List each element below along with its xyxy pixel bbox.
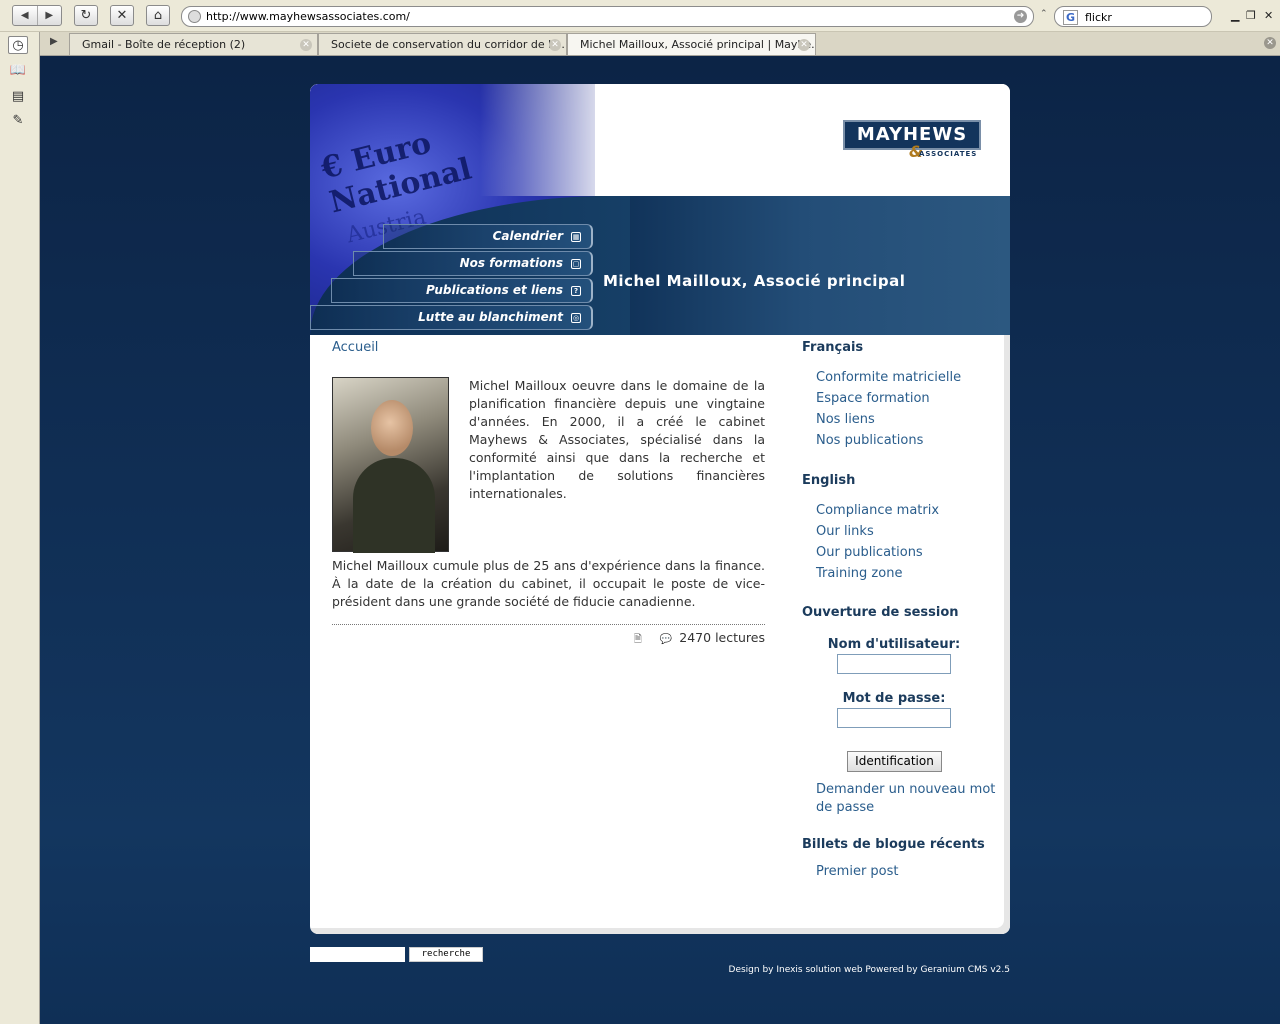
content-card: € Euro National Austria MAYHEWS & ASSOCI… <box>310 84 1010 934</box>
home-icon[interactable]: ⌂ <box>146 5 170 26</box>
bookmarks-icon[interactable]: 📖 <box>8 62 28 80</box>
search-button[interactable]: recherche <box>409 947 483 962</box>
nav-buttons: ◀ ▶ <box>12 5 62 26</box>
link-nos-publications[interactable]: Nos publications <box>816 432 923 450</box>
reload-icon[interactable]: ↻ <box>74 5 98 26</box>
menu-nos-formations[interactable]: Nos formations ▢ <box>353 251 593 276</box>
menu-publications[interactable]: Publications et liens ? <box>331 278 593 303</box>
link-our-links[interactable]: Our links <box>816 523 874 541</box>
site-favicon-icon <box>188 10 201 23</box>
site-search-input[interactable] <box>310 947 405 962</box>
menu-lutte-blanchiment[interactable]: Lutte au blanchiment ◎ <box>310 305 593 330</box>
tab-label: Societe de conservation du corridor de l… <box>331 38 567 51</box>
tab-societe[interactable]: Societe de conservation du corridor de l… <box>318 33 567 55</box>
menu-label: Publications et liens <box>426 283 563 297</box>
hero-word-euro: € Euro National <box>318 118 475 221</box>
username-field[interactable] <box>837 654 951 674</box>
tools-icon[interactable]: ✎ <box>8 112 28 130</box>
stop-icon[interactable]: ✕ <box>110 5 134 26</box>
login-button[interactable]: Identification <box>847 751 942 772</box>
portrait-face <box>371 400 413 456</box>
menu-calendrier[interactable]: Calendrier ▦ <box>383 224 593 249</box>
link-premier-post[interactable]: Premier post <box>816 863 899 881</box>
link-espace-formation[interactable]: Espace formation <box>816 390 930 408</box>
bio-paragraph-1: Michel Mailloux oeuvre dans le domaine d… <box>469 378 765 501</box>
shield-icon: ◎ <box>571 313 581 323</box>
hero-banner: € Euro National Austria MAYHEWS & ASSOCI… <box>310 84 1010 335</box>
tab-gmail[interactable]: Gmail - Boîte de réception (2) ✕ <box>69 33 318 55</box>
english-heading: English <box>802 473 856 488</box>
calendar-icon: ▦ <box>571 232 581 242</box>
browser-toolbar: ◀ ▶ ↻ ✕ ⌂ http://www.mayhewsassociates.c… <box>0 0 1280 32</box>
breadcrumb-accueil[interactable]: Accueil <box>332 340 378 355</box>
password-field[interactable] <box>837 708 951 728</box>
link-new-password-2[interactable]: de passe <box>816 799 874 817</box>
tab-strip: ▶ Gmail - Boîte de réception (2) ✕ Socie… <box>40 32 1280 56</box>
help-icon: ? <box>571 286 581 296</box>
search-query[interactable]: flickr <box>1085 11 1112 24</box>
link-nos-liens[interactable]: Nos liens <box>816 411 875 429</box>
url-text[interactable]: http://www.mayhewsassociates.com/ <box>206 10 410 23</box>
close-tab-icon[interactable]: ✕ <box>798 39 810 51</box>
hero-fade <box>480 84 680 196</box>
link-new-password-1[interactable]: Demander un nouveau mot <box>816 781 995 799</box>
french-heading: Français <box>802 340 864 355</box>
web-page: € Euro National Austria MAYHEWS & ASSOCI… <box>40 56 1280 1024</box>
chevron-up-icon[interactable]: ⌃ <box>1040 9 1048 19</box>
logo-sub: ASSOCIATES <box>919 150 978 158</box>
back-icon[interactable]: ◀ <box>13 6 38 25</box>
close-window-icon[interactable]: ✕ <box>1264 9 1273 22</box>
main-content: Accueil Michel Mailloux oeuvre dans le d… <box>332 340 765 645</box>
hero-band <box>595 196 1010 335</box>
link-training-zone[interactable]: Training zone <box>816 565 902 583</box>
google-icon[interactable]: G <box>1063 10 1078 25</box>
browser-sidebar: ◷ 📖 ▤ ✎ <box>0 32 40 1024</box>
blog-heading: Billets de blogue récents <box>802 837 985 852</box>
menu-label: Nos formations <box>459 256 563 270</box>
tab-scroll-icon[interactable]: ▶ <box>50 36 58 47</box>
close-all-tabs-icon[interactable]: ✕ <box>1264 37 1276 49</box>
bio-paragraph-2: Michel Mailloux cumule plus de 25 ans d'… <box>332 558 765 609</box>
forward-icon[interactable]: ▶ <box>38 6 62 25</box>
mayhews-logo[interactable]: MAYHEWS & ASSOCIATES <box>843 120 981 162</box>
go-arrow-icon[interactable]: ➜ <box>1014 10 1027 23</box>
close-tab-icon[interactable]: ✕ <box>549 39 561 51</box>
link-conformite[interactable]: Conformite matricielle <box>816 369 961 387</box>
read-count-text: 2470 lectures <box>679 630 765 645</box>
feeds-icon[interactable]: ▤ <box>8 88 28 106</box>
history-icon[interactable]: ◷ <box>8 36 28 54</box>
search-bar[interactable]: G flickr <box>1054 6 1212 27</box>
portrait-photo <box>332 377 449 553</box>
close-tab-icon[interactable]: ✕ <box>300 39 312 51</box>
menu-label: Lutte au blanchiment <box>418 310 563 324</box>
comment-icon: 💬 <box>659 634 673 645</box>
url-bar[interactable]: http://www.mayhewsassociates.com/ ➜ <box>181 6 1034 27</box>
training-icon: ▢ <box>571 259 581 269</box>
menu-label: Calendrier <box>492 229 563 243</box>
divider <box>332 624 765 625</box>
read-count: 🗎 💬 2470 lectures <box>634 630 765 649</box>
link-compliance-matrix[interactable]: Compliance matrix <box>816 502 939 520</box>
print-icon[interactable]: 🗎 <box>634 632 642 649</box>
tab-mayhews[interactable]: Michel Mailloux, Associé principal | May… <box>567 33 816 55</box>
tab-label: Gmail - Boîte de réception (2) <box>82 38 246 51</box>
username-label: Nom d'utilisateur: <box>827 637 961 652</box>
footer-credits: Design by Inexis solution web Powered by… <box>728 965 1010 975</box>
login-heading: Ouverture de session <box>802 605 959 620</box>
tab-label: Michel Mailloux, Associé principal | May… <box>580 38 816 51</box>
link-our-publications[interactable]: Our publications <box>816 544 923 562</box>
page-title: Michel Mailloux, Associé principal <box>603 272 906 290</box>
password-label: Mot de passe: <box>842 691 946 706</box>
restore-icon[interactable]: ❐ <box>1246 9 1256 22</box>
portrait-body <box>353 458 435 553</box>
minimize-icon[interactable]: ▁ <box>1231 9 1239 22</box>
